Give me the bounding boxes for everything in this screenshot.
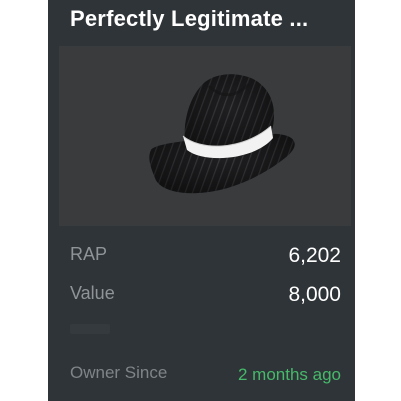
faint-divider [70,324,110,334]
owner-since-row: Owner Since 2 months ago [70,363,341,389]
value-value: 8,000 [288,283,341,306]
value-row: Value 8,000 [70,283,341,309]
owner-since-label: Owner Since [70,363,168,382]
item-thumbnail[interactable] [59,46,351,226]
rap-label: RAP [70,244,108,264]
rap-row: RAP 6,202 [70,244,341,270]
fedora-hat-icon [149,74,295,194]
owner-since-value: 2 months ago [237,365,341,384]
value-label: Value [70,283,115,303]
item-card[interactable]: Perfectly Legitimate ... RAP 6,202 Value… [48,0,355,401]
item-title[interactable]: Perfectly Legitimate ... [70,6,350,32]
rap-value: 6,202 [288,244,341,267]
